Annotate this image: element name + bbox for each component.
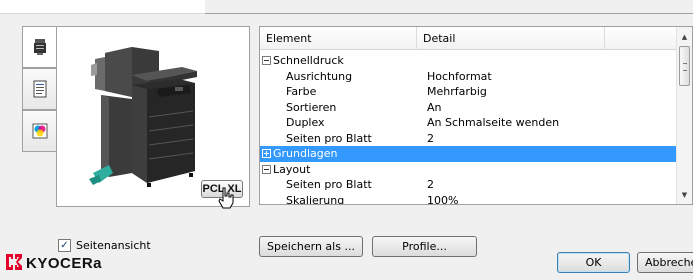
brand-name: KYOCERa (26, 255, 103, 272)
vertical-scrollbar[interactable]: ▲ ▼ (676, 27, 692, 204)
setting-row[interactable]: Duplex An Schmalseite wenden (260, 115, 678, 131)
setting-label: Grundlagen (260, 146, 338, 162)
setting-label: Seiten pro Blatt (286, 131, 372, 147)
preview-checkbox-label: Seitenansicht (76, 239, 151, 252)
setting-value: An Schmalseite wenden (427, 116, 560, 129)
setting-label-text: Grundlagen (273, 147, 338, 160)
setting-label: Schnelldruck (260, 53, 344, 69)
setting-label-text: Seiten pro Blatt (286, 131, 372, 145)
setting-value: An (427, 100, 442, 114)
table-header: Element Detail (260, 27, 678, 50)
kyocera-logo-icon (5, 253, 23, 274)
setting-row[interactable]: Seiten pro Blatt 2 (260, 177, 678, 193)
setting-row[interactable]: Ausrichtung Hochformat (260, 69, 678, 85)
setting-value: Hochformat (427, 69, 492, 83)
setting-label: Seiten pro Blatt (286, 177, 372, 193)
top-strip (0, 0, 693, 14)
printer-icon (31, 38, 49, 56)
setting-label-text: Skalierung (286, 193, 345, 205)
column-header-spacer (605, 27, 678, 50)
table-body: Schnelldruck Ausrichtung Hochformat Farbe Me… (260, 53, 678, 205)
settings-table: Element Detail Schnelldruck Ausrichtung Ho… (259, 26, 693, 205)
setting-label-text: Farbe (286, 85, 317, 98)
expand-icon[interactable] (262, 149, 271, 158)
setting-value: 2 (427, 131, 434, 145)
printer-illustration (87, 45, 212, 200)
scroll-up-icon[interactable]: ▲ (677, 29, 692, 44)
tree-group-row[interactable]: Grundlagen (260, 146, 678, 162)
cancel-button[interactable]: Abbrechen (637, 252, 693, 273)
save-as-button[interactable]: Speichern als ... (259, 236, 363, 257)
scroll-down-icon[interactable]: ▼ (677, 187, 692, 202)
printer-tab[interactable] (22, 26, 57, 68)
setting-value: Mehrfarbig (427, 85, 487, 98)
setting-label: Layout (260, 162, 310, 178)
brand-logo: KYOCERa (5, 253, 102, 274)
setting-label-text: Layout (273, 162, 311, 176)
preview-checkbox[interactable]: ✓ (58, 239, 71, 252)
setting-label-text: Sortieren (286, 100, 337, 114)
top-divider (205, 13, 693, 14)
setting-label-text: Duplex (286, 116, 325, 129)
setting-label: Skalierung (286, 193, 345, 205)
document-tab[interactable] (22, 68, 56, 110)
document-icon (31, 80, 49, 98)
setting-label-text: Seiten pro Blatt (286, 178, 372, 191)
setting-value: 2 (427, 178, 434, 191)
setting-label-text: Schnelldruck (273, 54, 344, 67)
top-tab-edge (0, 0, 205, 14)
column-header-detail[interactable]: Detail (417, 27, 605, 50)
scroll-thumb[interactable] (679, 46, 690, 86)
setting-label: Ausrichtung (286, 69, 352, 85)
vertical-tab-strip (22, 26, 57, 152)
collapse-icon[interactable] (262, 56, 271, 65)
hand-cursor-icon (217, 187, 235, 212)
ok-button[interactable]: OK (557, 252, 630, 273)
setting-label: Sortieren (286, 100, 336, 116)
setting-row[interactable]: Skalierung 100% (260, 193, 678, 205)
setting-row[interactable]: Farbe Mehrfarbig (260, 84, 678, 100)
setting-label: Duplex (286, 115, 325, 131)
profiles-button[interactable]: Profile... (372, 236, 477, 257)
setting-label: Farbe (286, 84, 316, 100)
color-tab[interactable] (22, 110, 56, 152)
printer-preview-panel: PCL XL (56, 26, 250, 209)
column-header-element[interactable]: Element (260, 27, 417, 50)
color-quality-icon (31, 122, 49, 140)
setting-row[interactable]: Sortieren An (260, 100, 678, 116)
tree-group-row[interactable]: Schnelldruck (260, 53, 678, 69)
setting-label-text: Ausrichtung (286, 69, 353, 83)
setting-row[interactable]: Seiten pro Blatt 2 (260, 131, 678, 147)
collapse-icon[interactable] (262, 164, 271, 174)
preview-toggle[interactable]: ✓ Seitenansicht (58, 239, 151, 252)
setting-value: 100% (427, 193, 459, 205)
tree-group-row[interactable]: Layout (260, 162, 678, 178)
